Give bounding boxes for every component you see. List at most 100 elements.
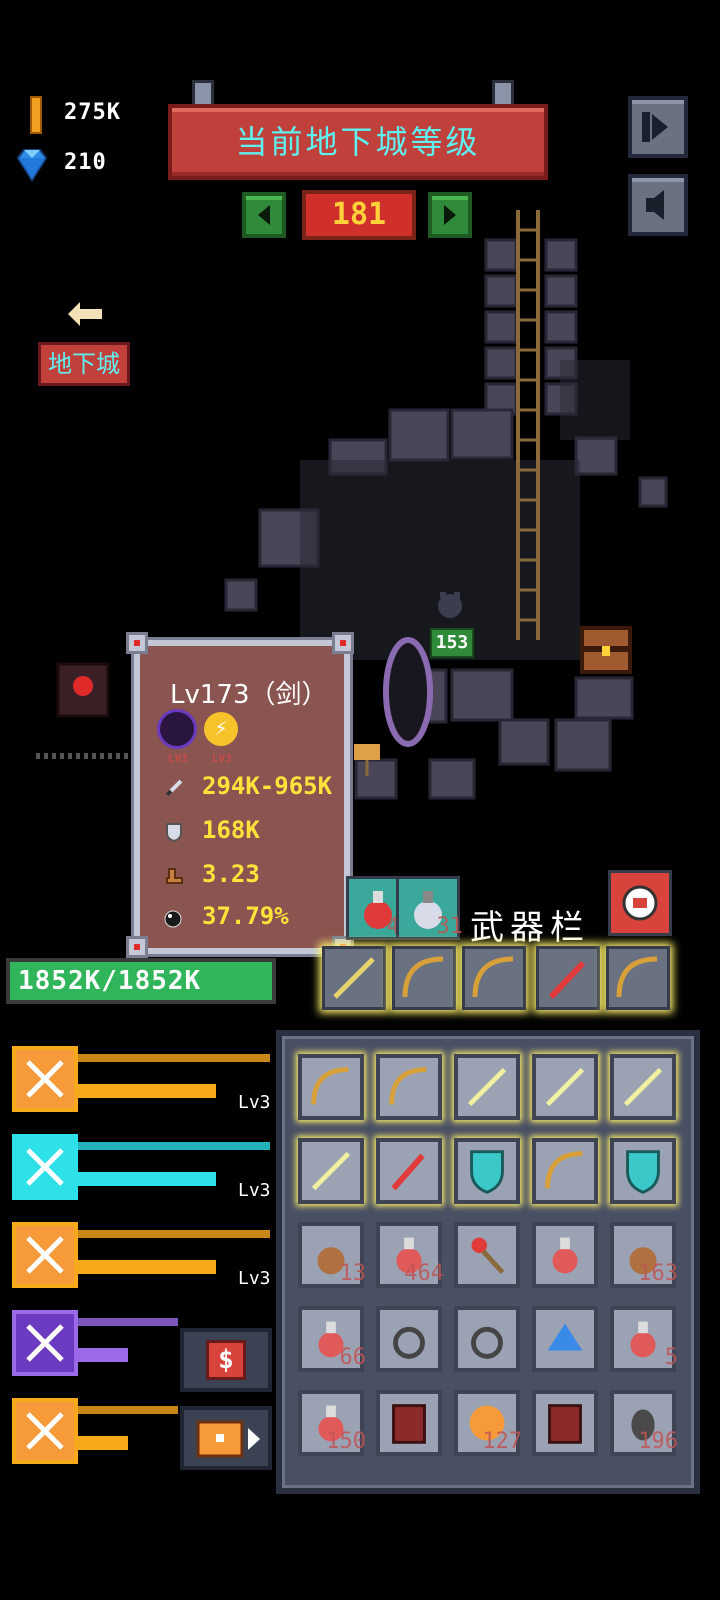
potion-icon — [630, 1321, 656, 1358]
dark-orb-icon — [160, 712, 194, 746]
inventory-slot[interactable] — [532, 1138, 598, 1204]
bow-icon — [402, 956, 444, 998]
equipped-slot[interactable] — [322, 946, 386, 1010]
item-count: 13 — [339, 1261, 367, 1286]
sword-icon — [545, 1067, 585, 1107]
gold-bar-icon — [30, 96, 42, 134]
skill-icon[interactable] — [12, 1398, 78, 1464]
exit-button[interactable] — [628, 96, 688, 158]
bow-icon — [333, 957, 375, 999]
equipped-slot[interactable] — [462, 946, 526, 1010]
item-count: 464 — [404, 1261, 444, 1286]
inventory-slot[interactable] — [298, 1054, 364, 1120]
inventory-slot[interactable] — [454, 1222, 520, 1288]
dungeon-level-banner: 当前地下城等级 — [168, 104, 548, 180]
inventory-slot[interactable] — [454, 1306, 520, 1372]
speed-value: 3.23 — [202, 860, 260, 888]
inventory-slot[interactable]: 13 — [298, 1222, 367, 1288]
bow-icon — [616, 956, 658, 998]
bow-icon — [545, 1151, 583, 1189]
inventory-slot[interactable] — [532, 1222, 598, 1288]
equipment-title: 武器栏 — [470, 908, 590, 948]
shop-button[interactable]: $ — [180, 1328, 272, 1392]
potion-count: 31 — [436, 914, 464, 939]
crit-value: 37.79% — [202, 902, 289, 930]
card-title: Lv173（剑） — [170, 680, 328, 710]
sword-icon — [623, 1067, 663, 1107]
skill2-level: LV3 — [212, 752, 232, 765]
compass-icon — [622, 885, 658, 921]
defense-value: 168K — [202, 816, 260, 844]
weapon-icon — [26, 1060, 64, 1098]
gold-amount: 275K — [64, 100, 121, 125]
ring-icon — [471, 1326, 503, 1359]
shield-icon — [166, 823, 182, 842]
equipped-slot[interactable] — [536, 946, 600, 1010]
bow-icon — [311, 1067, 349, 1105]
inventory-slot[interactable] — [610, 1138, 676, 1204]
shield-icon — [470, 1150, 504, 1194]
shield-icon — [626, 1150, 660, 1194]
item-count: 150 — [326, 1429, 366, 1454]
skill-level: Lv3 — [238, 1268, 271, 1289]
dollar-icon: $ — [206, 1340, 246, 1380]
enemy-level-tag: 153 — [430, 628, 474, 658]
inventory-slot[interactable]: 163 — [610, 1222, 678, 1288]
diamond-icon — [16, 149, 48, 182]
weapon-icon — [26, 1236, 64, 1274]
inventory-slot[interactable]: 150 — [298, 1390, 366, 1456]
item-count: 163 — [638, 1261, 678, 1286]
skill-level: Lv3 — [238, 1180, 271, 1201]
inventory-slot[interactable] — [454, 1138, 520, 1204]
skill-icon[interactable] — [12, 1310, 78, 1376]
exit-door-icon — [642, 112, 668, 142]
inventory-slot[interactable] — [376, 1390, 442, 1456]
card-corner — [332, 632, 354, 654]
gem-amount: 210 — [64, 150, 107, 175]
jester-hat-icon — [547, 1323, 583, 1351]
bomb-icon — [164, 910, 182, 928]
inventory-slot[interactable] — [454, 1054, 520, 1120]
banner-title: 当前地下城等级 — [235, 123, 481, 161]
skill-bar — [78, 1402, 178, 1460]
bow-icon — [472, 956, 514, 998]
equipped-slot[interactable] — [392, 946, 456, 1010]
compass-button[interactable] — [608, 870, 672, 936]
skill-bar — [78, 1314, 178, 1372]
inventory-slot[interactable] — [376, 1306, 442, 1372]
treasure-chest-icon — [196, 1420, 260, 1458]
skill1-level: LV3 — [168, 752, 188, 765]
skill-icon[interactable] — [12, 1134, 78, 1200]
skill-icon[interactable] — [12, 1222, 78, 1288]
boot-icon — [166, 868, 183, 884]
inventory-slot[interactable] — [376, 1138, 442, 1204]
chest-button[interactable] — [180, 1406, 272, 1470]
inventory-slot[interactable]: 196 — [610, 1390, 678, 1456]
weapon-icon — [26, 1148, 64, 1186]
inventory-slot[interactable]: 127 — [454, 1390, 522, 1456]
item-count: 127 — [482, 1429, 522, 1454]
inventory-slot[interactable] — [532, 1054, 598, 1120]
item-count: 66 — [339, 1345, 367, 1370]
skill-icon[interactable] — [12, 1046, 78, 1112]
card-corner — [126, 936, 148, 958]
inventory-slot[interactable] — [532, 1306, 598, 1372]
weapon-icon — [26, 1324, 64, 1362]
book-icon — [392, 1404, 426, 1444]
potion-icon — [552, 1237, 578, 1274]
inventory-slot[interactable] — [532, 1390, 598, 1456]
weapon-icon — [26, 1412, 64, 1450]
inventory-slot[interactable] — [610, 1054, 676, 1120]
inventory-slot[interactable]: 464 — [376, 1222, 444, 1288]
inventory-slot[interactable]: 5 — [610, 1306, 678, 1372]
sword-icon — [311, 1151, 351, 1191]
lightning-icon: ⚡ — [204, 712, 238, 746]
potion-slot[interactable]: 31 — [396, 876, 463, 940]
dungeon-scene — [36, 210, 668, 800]
weapon-info-card: Lv173（剑） LV3 ⚡ LV3 294K-965K 168K 3.23 3… — [134, 640, 350, 954]
inventory-slot[interactable]: 66 — [298, 1306, 367, 1372]
inventory-slot[interactable] — [298, 1138, 364, 1204]
equipped-slot[interactable] — [606, 946, 670, 1010]
card-corner — [126, 632, 148, 654]
inventory-slot[interactable] — [376, 1054, 442, 1120]
